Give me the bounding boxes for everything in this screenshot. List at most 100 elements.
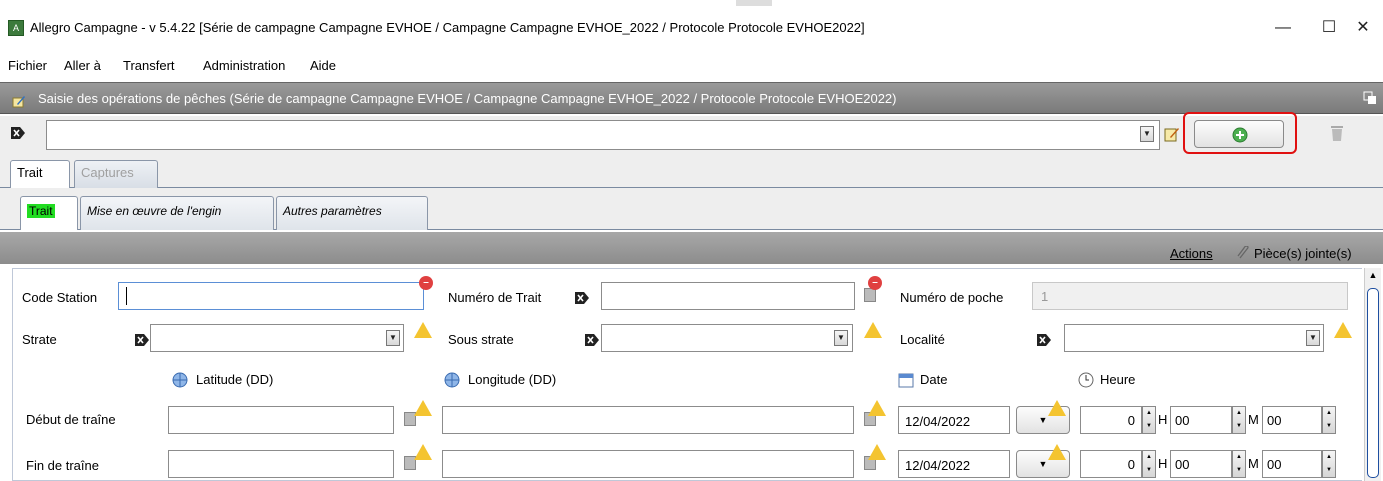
- restore-frame-icon[interactable]: [1363, 91, 1377, 105]
- date-label: Date: [920, 372, 948, 387]
- tag-icon: [585, 334, 599, 346]
- frame-title: Saisie des opérations de pêches (Série d…: [38, 91, 897, 106]
- menu-transfert[interactable]: Transfert: [123, 58, 175, 73]
- debut-second-spinner[interactable]: ▲ ▼: [1322, 406, 1336, 434]
- scrollbar-thumb[interactable]: [1367, 288, 1379, 478]
- tab-captures[interactable]: Captures: [74, 160, 158, 188]
- scroll-up-icon[interactable]: ▲: [1367, 270, 1379, 284]
- tag-icon: [575, 292, 589, 304]
- menu-aide[interactable]: Aide: [310, 58, 336, 73]
- fin-minute-spinner[interactable]: ▲ ▼: [1232, 450, 1246, 478]
- menu-bar: Fichier Aller à Transfert Administration…: [0, 52, 1383, 80]
- edit-icon: [12, 96, 25, 108]
- globe-icon: [172, 372, 188, 388]
- attachments-link[interactable]: Pièce(s) jointe(s): [1254, 246, 1352, 261]
- error-icon: –: [419, 276, 433, 290]
- warning-icon: [862, 322, 882, 342]
- warning-icon: [412, 400, 432, 420]
- menu-administration[interactable]: Administration: [203, 58, 285, 73]
- window-title-bar: A Allegro Campagne - v 5.4.22 [Série de …: [0, 0, 1383, 48]
- fin-longitude-input[interactable]: [442, 450, 854, 478]
- warning-icon: [412, 322, 432, 342]
- numero-trait-input[interactable]: [601, 282, 855, 310]
- debut-minute-input[interactable]: 00: [1170, 406, 1232, 434]
- warning-icon: [1046, 444, 1066, 464]
- subtab-autres-parametres[interactable]: Autres paramètres: [276, 196, 428, 230]
- localite-label: Localité: [900, 332, 945, 347]
- calculator-icon[interactable]: [864, 288, 876, 302]
- numero-poche-input[interactable]: 1: [1032, 282, 1348, 310]
- strate-dropdown-button[interactable]: ▼: [386, 330, 400, 346]
- warning-icon: [866, 444, 886, 464]
- code-station-label: Code Station: [22, 290, 98, 305]
- text-caret: [126, 287, 127, 305]
- actions-link[interactable]: Actions: [1170, 246, 1213, 261]
- longitude-label: Longitude (DD): [468, 372, 557, 387]
- debut-hour-spinner[interactable]: ▲ ▼: [1142, 406, 1156, 434]
- error-icon: –: [868, 276, 882, 290]
- trash-icon: [1331, 126, 1343, 141]
- calendar-icon: [898, 373, 914, 388]
- menu-fichier[interactable]: Fichier: [8, 58, 47, 73]
- globe-icon: [444, 372, 460, 388]
- numero-trait-label: Numéro de Trait: [448, 290, 542, 305]
- tag-icon: [135, 334, 149, 346]
- debut-date-input[interactable]: 12/04/2022: [898, 406, 1010, 434]
- warning-icon: [866, 400, 886, 420]
- fin-date-input[interactable]: 12/04/2022: [898, 450, 1010, 478]
- tab-trait[interactable]: Trait: [10, 160, 70, 188]
- strate-label: Strate: [22, 332, 57, 347]
- add-button[interactable]: [1194, 120, 1284, 148]
- title-grip: [736, 0, 772, 6]
- warning-icon: [1332, 322, 1352, 342]
- localite-select[interactable]: [1064, 324, 1324, 352]
- sub-tabs: Trait Mise en œuvre de l'engin Autres pa…: [0, 188, 1383, 230]
- clock-icon: [1078, 372, 1094, 388]
- close-button[interactable]: ✕: [1340, 14, 1383, 42]
- subtab-mise-en-oeuvre[interactable]: Mise en œuvre de l'engin: [80, 196, 274, 230]
- minute-unit: M: [1248, 412, 1259, 427]
- debut-minute-spinner[interactable]: ▲ ▼: [1232, 406, 1246, 434]
- plus-circle-icon: [1232, 127, 1248, 143]
- heure-label: Heure: [1100, 372, 1136, 387]
- debut-longitude-input[interactable]: [442, 406, 854, 434]
- edit-icon[interactable]: [1164, 126, 1180, 142]
- debut-second-input[interactable]: 00: [1262, 406, 1322, 434]
- hour-unit: H: [1158, 456, 1168, 471]
- latitude-label: Latitude (DD): [196, 372, 274, 387]
- combo-dropdown-button[interactable]: ▼: [1140, 126, 1154, 142]
- sous-strate-select[interactable]: [601, 324, 853, 352]
- hour-unit: H: [1158, 412, 1168, 427]
- strate-select[interactable]: [150, 324, 404, 352]
- paperclip-icon: [1237, 246, 1249, 259]
- minute-unit: M: [1248, 456, 1259, 471]
- operation-combo[interactable]: [46, 120, 1160, 150]
- fin-latitude-input[interactable]: [168, 450, 394, 478]
- fin-label: Fin de traîne: [26, 458, 99, 473]
- localite-dropdown-button[interactable]: ▼: [1306, 330, 1320, 346]
- window-title: Allegro Campagne - v 5.4.22 [Série de ca…: [30, 20, 865, 35]
- vertical-scrollbar[interactable]: ▲: [1364, 268, 1381, 481]
- tag-icon: [1037, 334, 1051, 346]
- debut-hour-input[interactable]: 0: [1080, 406, 1142, 434]
- sous-strate-label: Sous strate: [448, 332, 514, 347]
- main-tabs: Trait Captures: [0, 156, 1383, 188]
- subtab-trait-label: Trait: [27, 204, 55, 218]
- menu-aller-a[interactable]: Aller à: [64, 58, 101, 73]
- fin-hour-spinner[interactable]: ▲ ▼: [1142, 450, 1156, 478]
- fin-second-spinner[interactable]: ▲ ▼: [1322, 450, 1336, 478]
- warning-icon: [412, 444, 432, 464]
- sous-strate-dropdown-button[interactable]: ▼: [834, 330, 848, 346]
- tag-icon: [11, 127, 25, 139]
- fin-second-input[interactable]: 00: [1262, 450, 1322, 478]
- code-station-input[interactable]: [118, 282, 424, 310]
- subtab-trait[interactable]: Trait: [20, 196, 78, 230]
- debut-latitude-input[interactable]: [168, 406, 394, 434]
- minimize-button[interactable]: —: [1260, 14, 1306, 42]
- app-icon: A: [8, 20, 24, 36]
- debut-label: Début de traîne: [26, 412, 116, 427]
- frame-header: Saisie des opérations de pêches (Série d…: [0, 82, 1383, 114]
- fin-minute-input[interactable]: 00: [1170, 450, 1232, 478]
- delete-button[interactable]: [1302, 120, 1378, 148]
- fin-hour-input[interactable]: 0: [1080, 450, 1142, 478]
